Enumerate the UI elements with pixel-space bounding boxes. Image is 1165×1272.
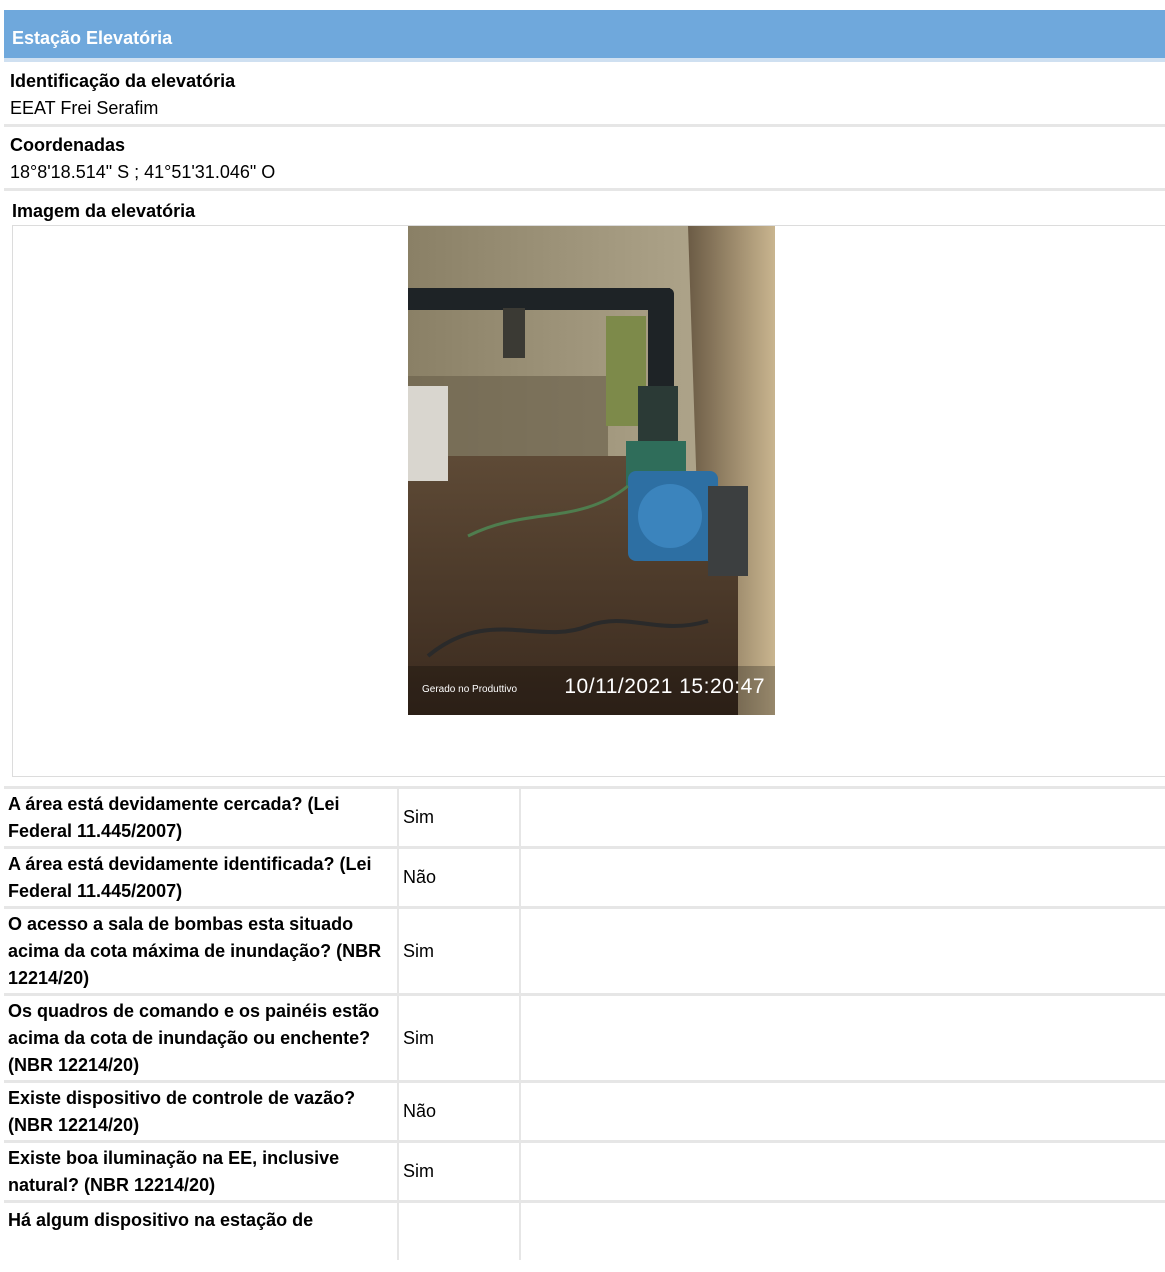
question-row: Há algum dispositivo na estação de [4, 1200, 1165, 1260]
question-text: Existe dispositivo de controle de vazão?… [4, 1080, 399, 1142]
field-coordenadas: Coordenadas 18°8'18.514" S ; 41°51'31.04… [4, 130, 1165, 191]
question-text: A área está devidamente cercada? (Lei Fe… [4, 786, 399, 848]
answer-value: Sim [398, 1140, 521, 1202]
comment-cell [520, 846, 1165, 908]
answer-value: Sim [398, 786, 521, 848]
comment-cell [520, 1080, 1165, 1142]
question-row: Existe boa iluminação na EE, inclusive n… [4, 1140, 1165, 1202]
photo-stamp-datetime: 10/11/2021 15:20:47 [564, 675, 765, 698]
questions-table: A área está devidamente cercada? (Lei Fe… [4, 786, 1165, 1260]
comment-cell [520, 906, 1165, 995]
question-row: Os quadros de comando e os painéis estão… [4, 993, 1165, 1082]
field-label: Imagem da elevatória [12, 201, 196, 221]
answer-value: Não [398, 1080, 521, 1142]
field-value: 18°8'18.514" S ; 41°51'31.046" O [10, 162, 276, 182]
question-text: Existe boa iluminação na EE, inclusive n… [4, 1140, 399, 1202]
comment-cell [520, 786, 1165, 848]
question-text: A área está devidamente identificada? (L… [4, 846, 399, 908]
question-text: Os quadros de comando e os painéis estão… [4, 993, 399, 1082]
question-text: Há algum dispositivo na estação de [4, 1200, 399, 1260]
answer-value: Não [398, 846, 521, 908]
comment-cell [520, 1200, 1165, 1260]
field-imagem: Imagem da elevatória [4, 195, 1165, 223]
pump-station-photo[interactable]: Gerado no Produttivo 10/11/2021 15:20:47 [408, 226, 775, 715]
section-header: Estação Elevatória [4, 10, 1165, 62]
field-label: Identificação da elevatória [10, 71, 236, 91]
question-row: A área está devidamente cercada? (Lei Fe… [4, 786, 1165, 848]
answer-value [398, 1200, 521, 1260]
field-identificacao: Identificação da elevatória EEAT Frei Se… [4, 66, 1165, 127]
comment-cell [520, 993, 1165, 1082]
comment-cell [520, 1140, 1165, 1202]
section-title: Estação Elevatória [12, 28, 173, 48]
question-row: A área está devidamente identificada? (L… [4, 846, 1165, 908]
question-row: O acesso a sala de bombas esta situado a… [4, 906, 1165, 995]
field-label: Coordenadas [10, 135, 126, 155]
answer-value: Sim [398, 993, 521, 1082]
field-value: EEAT Frei Serafim [10, 98, 159, 118]
question-text: O acesso a sala de bombas esta situado a… [4, 906, 399, 995]
question-row: Existe dispositivo de controle de vazão?… [4, 1080, 1165, 1142]
photo-stamp-source: Gerado no Produttivo [422, 684, 518, 695]
answer-value: Sim [398, 906, 521, 995]
